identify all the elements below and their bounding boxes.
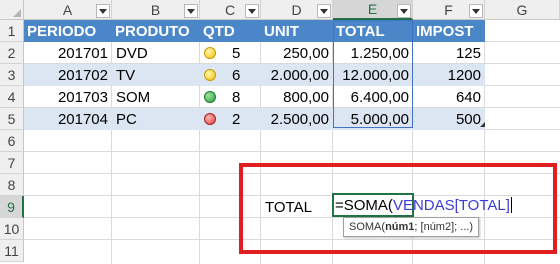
qtd-value: 2 [232,110,241,128]
cell-produto[interactable]: DVD [112,42,200,64]
header-label: PERIODO [27,22,97,40]
cell-periodo[interactable]: 201702 [24,64,112,86]
table-header-qtd[interactable]: QTD [200,20,261,42]
row-header-6[interactable]: 6 [0,130,24,152]
row-header-4[interactable]: 4 [0,86,24,108]
cell-total[interactable]: 1.250,00 [333,42,413,64]
table-header-unit[interactable]: UNIT [261,20,333,42]
header-label: QTD [203,22,235,40]
cell-unit[interactable]: 2.500,00 [261,108,333,130]
qtd-value: 5 [232,44,241,62]
cell-unit[interactable]: 800,00 [261,86,333,108]
cell-qtd[interactable]: 2 [200,108,261,130]
green-circle-icon [204,91,216,103]
table-header-impost[interactable]: IMPOST [413,20,485,42]
cell-qtd[interactable]: 8 [200,86,261,108]
cell-impost[interactable]: 500 [413,108,485,130]
cell-produto[interactable]: SOM [112,86,200,108]
filter-dropdown-icon[interactable] [184,4,198,18]
table-header-produto[interactable]: PRODUTO [112,20,200,42]
row-header-7[interactable]: 7 [0,152,24,174]
filter-dropdown-icon[interactable] [96,4,110,18]
cell-unit[interactable]: 2.000,00 [261,64,333,86]
filter-dropdown-icon[interactable] [397,4,411,18]
cell-periodo[interactable]: 201701 [24,42,112,64]
header-label: TOTAL [336,22,385,40]
cell-periodo[interactable]: 201703 [24,86,112,108]
header-label: IMPOST [416,22,474,40]
row-header-8[interactable]: 8 [0,174,24,196]
row-header-10[interactable]: 10 [0,218,24,240]
cell-produto[interactable]: PC [112,108,200,130]
row-header-1[interactable]: 1 [0,20,24,42]
cell-periodo[interactable]: 201704 [24,108,112,130]
filter-dropdown-icon[interactable] [317,4,331,18]
cell-impost[interactable]: 640 [413,86,485,108]
cell-total[interactable]: 6.400,00 [333,86,413,108]
row-header-5[interactable]: 5 [0,108,24,130]
row-header-3[interactable]: 3 [0,64,24,86]
red-circle-icon [204,113,216,125]
cell-impost[interactable]: 1200 [413,64,485,86]
gridline [24,151,560,152]
qtd-value: 8 [232,88,241,106]
row-header-2[interactable]: 2 [0,42,24,64]
highlight-annotation-box [239,163,557,254]
column-header-g[interactable]: G [485,0,560,20]
row-header-9[interactable]: 9 [0,196,24,218]
row-header-11[interactable]: 11 [0,240,24,262]
cell-impost[interactable]: 125 [413,42,485,64]
cell-total[interactable]: 12.000,00 [333,64,413,86]
table-header-periodo[interactable]: PERIODO [24,20,112,42]
header-label: UNIT [264,22,299,40]
cell-unit[interactable]: 250,00 [261,42,333,64]
spreadsheet-grid[interactable]: A B C D E F G 1 2 3 4 5 6 7 8 9 10 11 PE… [0,0,560,264]
cell-produto[interactable]: TV [112,64,200,86]
cell-qtd[interactable]: 5 [200,42,261,64]
yellow-circle-icon [204,47,216,59]
filter-dropdown-icon[interactable] [469,4,483,18]
qtd-value: 6 [232,66,241,84]
cell-qtd[interactable]: 6 [200,64,261,86]
select-all-corner[interactable] [0,0,24,20]
table-resize-handle[interactable] [480,122,485,127]
cell-total[interactable]: 5.000,00 [333,108,413,130]
header-label: PRODUTO [115,22,190,40]
filter-dropdown-icon[interactable] [245,4,259,18]
yellow-circle-icon [204,69,216,81]
table-header-total[interactable]: TOTAL [333,20,413,42]
